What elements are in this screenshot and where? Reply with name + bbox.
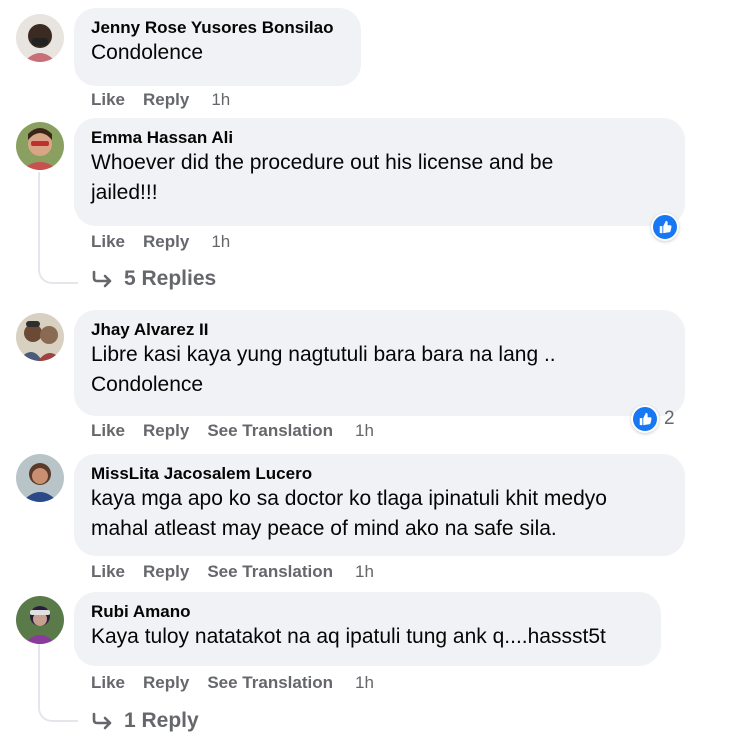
comment-actions: Like Reply 1h [91,90,248,110]
avatar-photo [16,313,64,361]
comment-time[interactable]: 1h [355,421,374,441]
avatar[interactable] [16,14,64,62]
reply-button[interactable]: Reply [143,421,189,441]
comment-time[interactable]: 1h [211,232,230,252]
view-replies-link[interactable]: 5 Replies [92,267,216,291]
comment-author[interactable]: Emma Hassan Ali [91,128,669,148]
comment-actions: Like Reply 1h [91,232,248,252]
comment-bubble: Jenny Rose Yusores Bonsilao Condolence [74,8,361,86]
replies-count: 5 Replies [124,267,217,290]
comment-author[interactable]: Jenny Rose Yusores Bonsilao [91,18,345,38]
like-button[interactable]: Like [91,90,125,110]
comment-actions: Like Reply See Translation 1h [91,673,392,693]
reply-button[interactable]: Reply [143,562,189,582]
comment-text: Condolence [91,41,204,64]
avatar-photo [16,14,64,62]
comment-bubble: Emma Hassan Ali Whoever did the procedur… [74,118,685,226]
comment-time[interactable]: 1h [355,562,374,582]
avatar[interactable] [16,122,64,170]
comment-author[interactable]: Jhay Alvarez II [91,320,669,340]
like-reaction-badge[interactable] [631,405,659,433]
replies-count: 1 Reply [124,709,199,732]
like-button[interactable]: Like [91,562,125,582]
comment-actions: Like Reply See Translation 1h [91,562,392,582]
reply-arrow-icon [92,712,112,730]
comment-text: mahal atleast may peace of mind ako na s… [91,517,557,540]
comment-text: Condolence [91,373,204,396]
comment-bubble: Rubi Amano Kaya tuloy natatakot na aq ip… [74,592,661,666]
avatar-photo [16,596,64,644]
avatar[interactable] [16,313,64,361]
thread-line [38,172,78,284]
comment-actions: Like Reply See Translation 1h [91,421,392,441]
comment-bubble: MissLita Jacosalem Lucero kaya mga apo k… [74,454,685,556]
see-translation-button[interactable]: See Translation [207,673,333,693]
view-replies-link[interactable]: 1 Reply [92,709,199,733]
comment-author[interactable]: MissLita Jacosalem Lucero [91,464,669,484]
comment-text: jailed!!! [91,181,158,204]
see-translation-button[interactable]: See Translation [207,421,333,441]
thumbs-up-icon [633,407,657,431]
comment-text: Libre kasi kaya yung nagtutuli bara bara… [91,343,556,366]
reply-button[interactable]: Reply [143,232,189,252]
comment-text: Kaya tuloy natatakot na aq ipatuli tung … [91,625,606,648]
avatar[interactable] [16,454,64,502]
comment-text: Whoever did the procedure out his licens… [91,151,554,174]
like-button[interactable]: Like [91,673,125,693]
comment-time[interactable]: 1h [355,673,374,693]
see-translation-button[interactable]: See Translation [207,562,333,582]
reply-arrow-icon [92,270,112,288]
like-button[interactable]: Like [91,232,125,252]
thread-line [38,644,78,722]
avatar-photo [16,122,64,170]
comment-text: kaya mga apo ko sa doctor ko tlaga ipina… [91,487,607,510]
like-reaction-badge[interactable] [651,213,679,241]
comment-author[interactable]: Rubi Amano [91,602,645,622]
comment-bubble: Jhay Alvarez II Libre kasi kaya yung nag… [74,310,685,416]
avatar-photo [16,454,64,502]
reply-button[interactable]: Reply [143,673,189,693]
comment-time[interactable]: 1h [211,90,230,110]
like-button[interactable]: Like [91,421,125,441]
reaction-count[interactable]: 2 [664,408,675,430]
avatar[interactable] [16,596,64,644]
thumbs-up-icon [653,215,677,239]
reply-button[interactable]: Reply [143,90,189,110]
